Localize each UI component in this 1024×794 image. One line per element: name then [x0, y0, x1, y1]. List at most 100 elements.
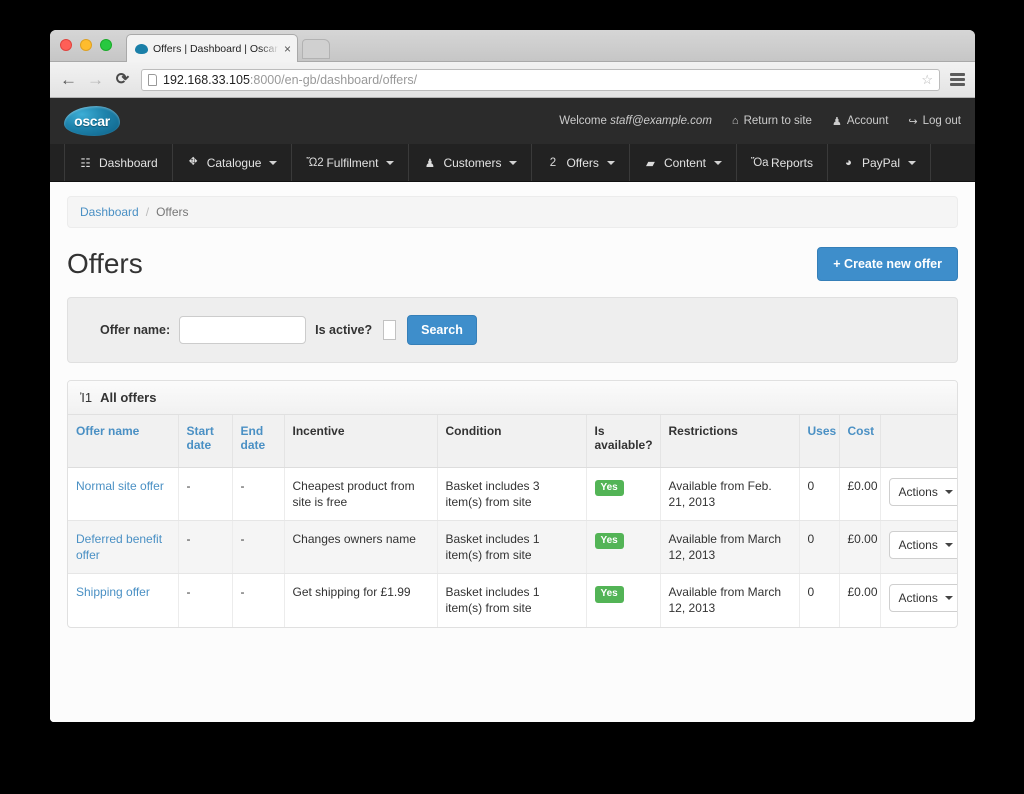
actions-dropdown-button[interactable]: Actions	[889, 478, 959, 506]
bookmark-star-icon[interactable]: ☆	[921, 72, 933, 88]
nav-item-offers[interactable]: ὎2 Offers	[532, 144, 629, 181]
close-tab-icon[interactable]: ×	[284, 43, 291, 55]
account-link[interactable]: ♟ Account	[832, 115, 888, 128]
actions-dropdown-button[interactable]: Actions	[889, 584, 959, 612]
nav-label-paypal: PayPal	[862, 156, 900, 170]
url-path: :8000/en-gb/dashboard/offers/	[250, 73, 417, 87]
folder-icon: ▰	[644, 156, 657, 170]
oscar-logo[interactable]: oscar	[64, 106, 120, 136]
column-header-uses[interactable]: Uses	[799, 415, 839, 467]
cell-start-date: -	[178, 520, 232, 573]
browser-menu-icon[interactable]	[950, 73, 965, 86]
offer-name-link[interactable]: Normal site offer	[76, 479, 164, 493]
nav-item-dashboard[interactable]: ☷ Dashboard	[64, 144, 173, 181]
table-header-row: Offer name Start date End date Incentive…	[68, 415, 958, 467]
is-active-checkbox[interactable]	[383, 320, 396, 340]
return-to-site-label: Return to site	[744, 115, 812, 127]
cell-is-available: Yes	[586, 467, 660, 520]
column-header-incentive: Incentive	[284, 415, 437, 467]
all-offers-panel-header: Ἰ1 All offers	[68, 381, 957, 415]
column-header-start-date[interactable]: Start date	[178, 415, 232, 467]
create-new-offer-button[interactable]: + Create new offer	[817, 247, 958, 281]
page-title: Offers	[67, 248, 143, 280]
actions-label: Actions	[899, 484, 938, 500]
cell-cost: £0.00	[839, 574, 880, 627]
chevron-down-icon	[908, 161, 916, 165]
status-badge: Yes	[595, 533, 624, 550]
offers-table-head: Offer name Start date End date Incentive…	[68, 415, 958, 467]
paypal-icon: ◕	[842, 157, 855, 169]
actions-label: Actions	[899, 590, 938, 606]
breadcrumb-separator: /	[146, 205, 149, 219]
offer-name-input[interactable]	[179, 316, 306, 344]
chevron-down-icon	[386, 161, 394, 165]
users-icon: ♟	[423, 156, 436, 170]
browser-window: Offers | Dashboard | Oscar × ← → ⟳ 192.1…	[50, 30, 975, 722]
window-controls	[60, 39, 112, 51]
welcome-prefix: Welcome	[559, 115, 610, 127]
chevron-down-icon	[945, 543, 953, 547]
cell-condition: Basket includes 1 item(s) from site	[437, 520, 586, 573]
chevron-down-icon	[509, 161, 517, 165]
column-header-cost[interactable]: Cost	[839, 415, 880, 467]
cell-actions: Actions	[880, 574, 958, 627]
chevron-down-icon	[945, 596, 953, 600]
nav-item-customers[interactable]: ♟ Customers	[409, 144, 532, 181]
gift-icon: Ἰ1	[80, 390, 92, 405]
cell-restrictions: Available from March 12, 2013	[660, 520, 799, 573]
cell-end-date: -	[232, 520, 284, 573]
column-header-condition: Condition	[437, 415, 586, 467]
browser-tab[interactable]: Offers | Dashboard | Oscar ×	[126, 34, 298, 62]
nav-item-reports[interactable]: Ὄa Reports	[737, 144, 828, 181]
logout-link[interactable]: ↪ Log out	[908, 115, 961, 128]
cell-uses: 0	[799, 574, 839, 627]
cell-restrictions: Available from March 12, 2013	[660, 574, 799, 627]
cell-offer-name: Normal site offer	[68, 467, 178, 520]
header-utility-nav: Welcome staff@example.com ⌂ Return to si…	[559, 115, 961, 128]
return-to-site-link[interactable]: ⌂ Return to site	[732, 115, 812, 127]
address-bar[interactable]: 192.168.33.105:8000/en-gb/dashboard/offe…	[141, 69, 940, 91]
cell-actions: Actions	[880, 467, 958, 520]
column-header-end-date[interactable]: End date	[232, 415, 284, 467]
cell-incentive: Changes owners name	[284, 520, 437, 573]
favicon-icon	[135, 44, 148, 54]
chevron-down-icon	[714, 161, 722, 165]
site-header: oscar Welcome staff@example.com ⌂ Return…	[50, 98, 975, 144]
account-label: Account	[847, 115, 889, 127]
new-tab-button[interactable]	[302, 39, 330, 59]
nav-item-paypal[interactable]: ◕ PayPal	[828, 144, 931, 181]
chevron-down-icon	[269, 161, 277, 165]
cell-end-date: -	[232, 574, 284, 627]
page-content: Dashboard / Offers Offers + Create new o…	[50, 182, 975, 722]
oscar-logo-text: oscar	[74, 113, 110, 129]
nav-item-fulfilment[interactable]: Ὥ2 Fulfilment	[292, 144, 409, 181]
column-header-offer-name[interactable]: Offer name	[68, 415, 178, 467]
maximize-window-button[interactable]	[100, 39, 112, 51]
reload-icon[interactable]: ⟳	[114, 72, 131, 88]
nav-label-customers: Customers	[443, 156, 501, 170]
offer-name-link[interactable]: Shipping offer	[76, 585, 150, 599]
search-button[interactable]: Search	[407, 315, 477, 345]
minimize-window-button[interactable]	[80, 39, 92, 51]
cell-incentive: Get shipping for £1.99	[284, 574, 437, 627]
close-window-button[interactable]	[60, 39, 72, 51]
nav-item-content[interactable]: ▰ Content	[630, 144, 737, 181]
cell-end-date: -	[232, 467, 284, 520]
search-panel: Offer name: Is active? Search	[67, 297, 958, 363]
url-text: 192.168.33.105:8000/en-gb/dashboard/offe…	[163, 73, 417, 87]
breadcrumb-dashboard-link[interactable]: Dashboard	[80, 205, 139, 219]
breadcrumb: Dashboard / Offers	[67, 196, 958, 228]
chevron-down-icon	[945, 490, 953, 494]
cell-actions: Actions	[880, 520, 958, 573]
back-icon[interactable]: ←	[60, 71, 77, 88]
table-row: Normal site offer - - Cheapest product f…	[68, 467, 958, 520]
tab-title: Offers | Dashboard | Oscar	[153, 43, 279, 55]
breadcrumb-current: Offers	[156, 205, 188, 219]
offer-name-link[interactable]: Deferred benefit offer	[76, 532, 162, 562]
is-active-label: Is active?	[315, 323, 372, 337]
nav-item-catalogue[interactable]: ⛖ Catalogue	[173, 144, 293, 181]
actions-label: Actions	[899, 537, 938, 553]
actions-dropdown-button[interactable]: Actions	[889, 531, 959, 559]
url-host: 192.168.33.105	[163, 73, 250, 87]
all-offers-title: All offers	[100, 390, 156, 405]
